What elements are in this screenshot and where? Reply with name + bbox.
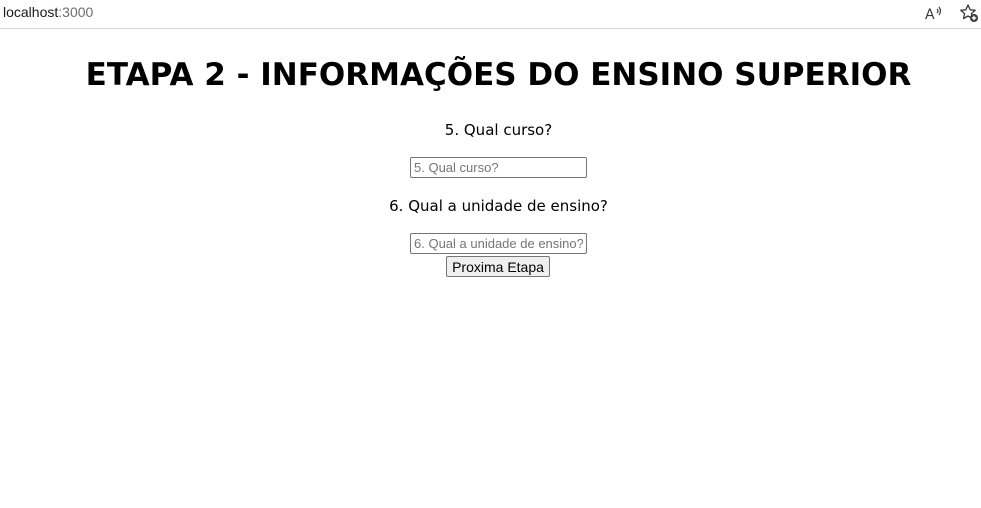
url-host: localhost xyxy=(3,4,59,20)
page-title: ETAPA 2 - INFORMAÇÕES DO ENSINO SUPERIOR xyxy=(85,57,912,93)
question-5-label: 5. Qual curso? xyxy=(444,121,553,139)
next-step-button[interactable]: Proxima Etapa xyxy=(446,256,550,277)
browser-address-bar: localhost:3000 A xyxy=(0,0,981,29)
url-port: :3000 xyxy=(58,4,94,20)
read-aloud-icon[interactable]: A xyxy=(924,3,944,23)
svg-text:A: A xyxy=(925,7,935,21)
teaching-unit-input[interactable] xyxy=(410,233,587,254)
question-6-label: 6. Qual a unidade de ensino? xyxy=(389,197,608,215)
course-input[interactable] xyxy=(410,157,587,178)
favorite-add-icon[interactable] xyxy=(959,3,979,23)
form-page: ETAPA 2 - INFORMAÇÕES DO ENSINO SUPERIOR… xyxy=(0,30,981,508)
address-url[interactable]: localhost:3000 xyxy=(3,4,93,20)
